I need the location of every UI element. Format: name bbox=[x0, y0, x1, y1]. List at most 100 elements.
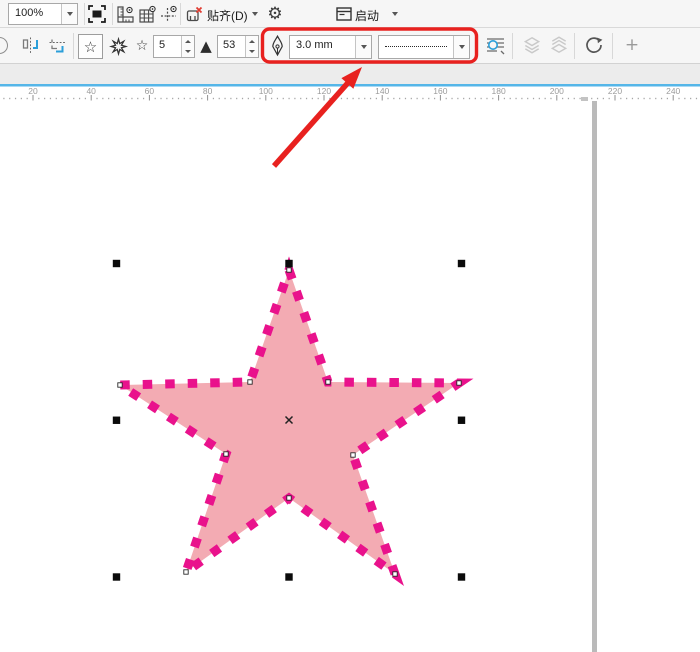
mirror-vertical-button[interactable] bbox=[46, 33, 68, 57]
ruler-minor-tick bbox=[631, 97, 634, 100]
ruler-minor-tick bbox=[538, 97, 540, 100]
ruler-label: 80 bbox=[203, 86, 213, 96]
ruler-minor-tick bbox=[562, 97, 564, 100]
ruler-minor-tick bbox=[596, 97, 599, 100]
ruler-minor-tick bbox=[317, 97, 319, 100]
ruler-minor-tick bbox=[521, 97, 523, 100]
to-back-button-disabled[interactable] bbox=[546, 33, 571, 57]
ruler-minor-tick bbox=[515, 97, 517, 100]
ruler-minor-tick bbox=[108, 97, 110, 100]
spinner-arrows[interactable] bbox=[245, 36, 258, 57]
line-style-combobox[interactable] bbox=[378, 35, 470, 59]
ruler-minor-tick bbox=[451, 97, 453, 100]
ruler-accent-line bbox=[0, 84, 700, 87]
ruler-minor-tick bbox=[544, 97, 546, 100]
launch-label[interactable]: 启动 bbox=[355, 7, 379, 24]
ruler-minor-tick bbox=[695, 97, 698, 100]
app-window: 100% 贴齐(D) ⚙ 启动 ☆ ☆ 5 ▲ 53 3.0 mm + 20 4… bbox=[0, 0, 700, 652]
ruler-minor-tick bbox=[49, 97, 52, 100]
ruler-label: 240 bbox=[666, 86, 680, 96]
outline-width-combobox[interactable]: 3.0 mm bbox=[289, 35, 372, 59]
snap-off-button[interactable] bbox=[183, 2, 205, 26]
ruler-minor-tick bbox=[422, 97, 424, 100]
ruler-minor-tick bbox=[276, 97, 279, 100]
ruler-minor-tick bbox=[643, 97, 645, 100]
pen-nib-icon bbox=[271, 34, 283, 56]
page-border bbox=[592, 101, 597, 652]
launcher-button[interactable] bbox=[333, 2, 355, 26]
spinner-arrows[interactable] bbox=[181, 36, 194, 57]
spin-up-button[interactable] bbox=[246, 36, 258, 47]
ruler-minor-tick bbox=[573, 97, 575, 100]
ruler-minor-tick bbox=[288, 97, 290, 100]
sharpness-spinner[interactable]: 53 bbox=[217, 35, 259, 58]
rulers-icon bbox=[116, 5, 134, 23]
snap-dropdown-button[interactable] bbox=[252, 12, 258, 16]
fullscreen-preview-button[interactable] bbox=[86, 2, 108, 26]
chevron-down-icon bbox=[458, 45, 465, 49]
gear-icon: ⚙ bbox=[267, 4, 283, 24]
ruler-minor-tick bbox=[119, 97, 121, 100]
ruler-minor-tick bbox=[172, 97, 174, 100]
chevron-up-icon bbox=[249, 39, 255, 43]
ruler-minor-tick bbox=[55, 97, 57, 100]
ruler-minor-tick bbox=[486, 97, 488, 100]
star-points-spinner[interactable]: 5 bbox=[153, 35, 195, 58]
ruler-minor-tick bbox=[445, 97, 447, 100]
ruler-minor-tick bbox=[154, 97, 156, 100]
ruler-minor-tick bbox=[102, 97, 104, 100]
ruler-minor-tick bbox=[329, 97, 331, 100]
ruler-minor-tick bbox=[404, 97, 407, 100]
outline-width-dropdown-button[interactable] bbox=[355, 36, 371, 58]
mirror-horizontal-icon bbox=[22, 37, 38, 53]
line-style-dropdown-button[interactable] bbox=[453, 36, 469, 58]
grid-icon bbox=[138, 5, 156, 23]
ruler-minor-tick bbox=[463, 97, 465, 100]
show-grid-button[interactable] bbox=[136, 2, 158, 26]
zoom-dropdown-button[interactable] bbox=[61, 4, 77, 24]
launch-dropdown-button[interactable] bbox=[392, 12, 398, 16]
rotate-arrow-icon bbox=[586, 37, 603, 53]
property-bar: ☆ ☆ 5 ▲ 53 3.0 mm + bbox=[0, 28, 700, 64]
chevron-down-icon bbox=[360, 45, 367, 49]
ruler-minor-tick bbox=[678, 97, 680, 100]
ruler-minor-tick bbox=[96, 97, 98, 100]
ruler-spacer bbox=[0, 64, 700, 84]
complex-star-button[interactable] bbox=[107, 34, 129, 58]
chevron-down-icon bbox=[66, 12, 73, 16]
sharpness-value: 53 bbox=[223, 39, 236, 51]
ruler-minor-tick bbox=[433, 97, 436, 100]
zoom-level-value: 100% bbox=[15, 7, 44, 19]
spin-up-button[interactable] bbox=[182, 36, 194, 47]
snap-to-label[interactable]: 贴齐(D) bbox=[207, 7, 248, 24]
ruler-label: 160 bbox=[433, 86, 447, 96]
spin-down-button[interactable] bbox=[182, 47, 194, 58]
convert-to-curves-button[interactable] bbox=[581, 33, 607, 57]
show-guidelines-button[interactable] bbox=[157, 2, 179, 26]
show-rulers-button[interactable] bbox=[114, 2, 136, 26]
horizontal-ruler[interactable]: 20 40 60 80 100 120 140 160 180 200 220 240 bbox=[0, 64, 700, 102]
customize-toolbar-button[interactable]: + bbox=[620, 33, 644, 57]
ruler-minor-tick bbox=[340, 97, 343, 100]
zoom-level-combobox[interactable]: 100% bbox=[8, 3, 78, 25]
ruler-minor-tick bbox=[428, 97, 430, 100]
to-front-button-disabled[interactable] bbox=[519, 33, 544, 57]
ruler-minor-tick bbox=[183, 97, 185, 100]
wrap-text-button[interactable] bbox=[482, 33, 508, 57]
options-button[interactable]: ⚙ bbox=[264, 2, 286, 26]
star-small-icon: ☆ bbox=[135, 38, 149, 54]
mirror-horizontal-button[interactable] bbox=[19, 33, 41, 57]
ruler-minor-tick bbox=[690, 97, 692, 100]
ruler-minor-tick bbox=[125, 97, 127, 100]
star-tool-button-active[interactable]: ☆ bbox=[78, 34, 103, 59]
chevron-down-icon bbox=[392, 12, 398, 16]
ruler-minor-tick bbox=[224, 97, 226, 100]
ruler-minor-tick bbox=[142, 97, 145, 100]
line-style-preview bbox=[385, 46, 447, 47]
ruler-minor-tick bbox=[346, 97, 348, 100]
ruler-minor-tick bbox=[253, 97, 255, 100]
spin-down-button[interactable] bbox=[246, 47, 258, 58]
ruler-minor-tick bbox=[550, 97, 552, 100]
ruler-minor-tick bbox=[137, 97, 139, 100]
chevron-up-icon bbox=[185, 39, 191, 43]
